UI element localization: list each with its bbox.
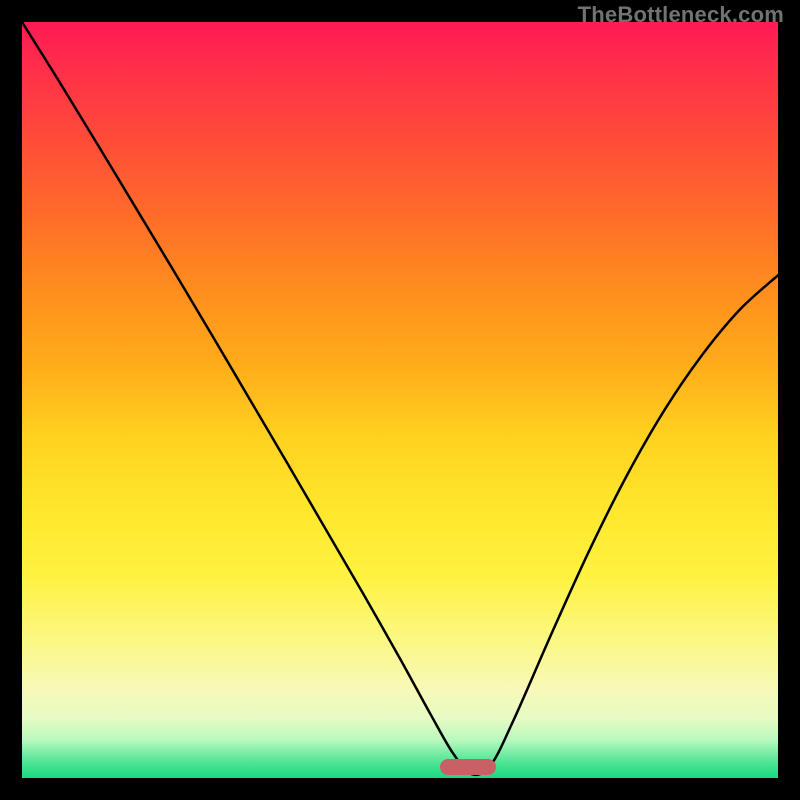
bottleneck-curve-path xyxy=(22,22,778,775)
chart-frame: TheBottleneck.com xyxy=(0,0,800,800)
curve-svg xyxy=(22,22,778,778)
optimal-marker xyxy=(440,759,496,775)
watermark-text: TheBottleneck.com xyxy=(578,2,784,28)
plot-area xyxy=(22,22,778,778)
